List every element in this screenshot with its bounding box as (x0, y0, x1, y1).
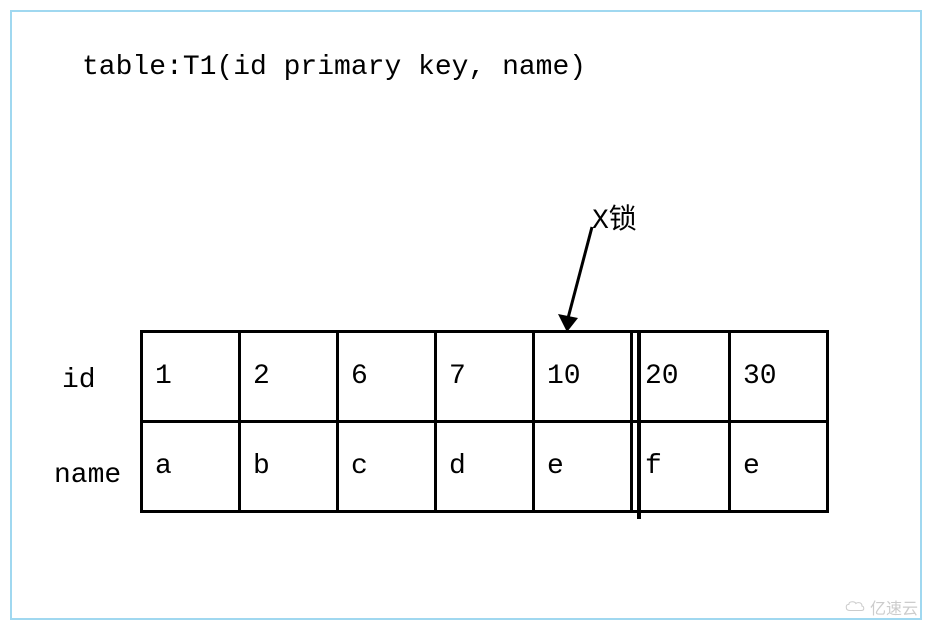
table-cell: 6 (338, 332, 436, 422)
table-cell: a (142, 422, 240, 512)
row-label-name: name (54, 460, 121, 491)
arrow-icon (552, 222, 612, 342)
table-cell: c (338, 422, 436, 512)
table-row: 1 2 6 7 10 20 30 (142, 332, 828, 422)
table-cell: 7 (436, 332, 534, 422)
table-cell: 20 (632, 332, 730, 422)
column-divider-line (637, 333, 641, 519)
data-table: 1 2 6 7 10 20 30 a b c d e f e (140, 330, 829, 513)
table-cell: b (240, 422, 338, 512)
diagram-frame: table:T1(id primary key, name) X锁 id nam… (10, 10, 922, 620)
cloud-icon (844, 600, 866, 614)
row-label-id: id (62, 365, 96, 396)
table-cell: 10 (534, 332, 632, 422)
table-cell: d (436, 422, 534, 512)
watermark-text: 亿速云 (870, 595, 918, 619)
table-cell: 30 (730, 332, 828, 422)
table-row: a b c d e f e (142, 422, 828, 512)
table-cell: 1 (142, 332, 240, 422)
watermark: 亿速云 (844, 595, 918, 619)
table-definition-title: table:T1(id primary key, name) (82, 52, 586, 83)
table-cell: e (730, 422, 828, 512)
table-cell: f (632, 422, 730, 512)
table-cell: e (534, 422, 632, 512)
table-cell: 2 (240, 332, 338, 422)
